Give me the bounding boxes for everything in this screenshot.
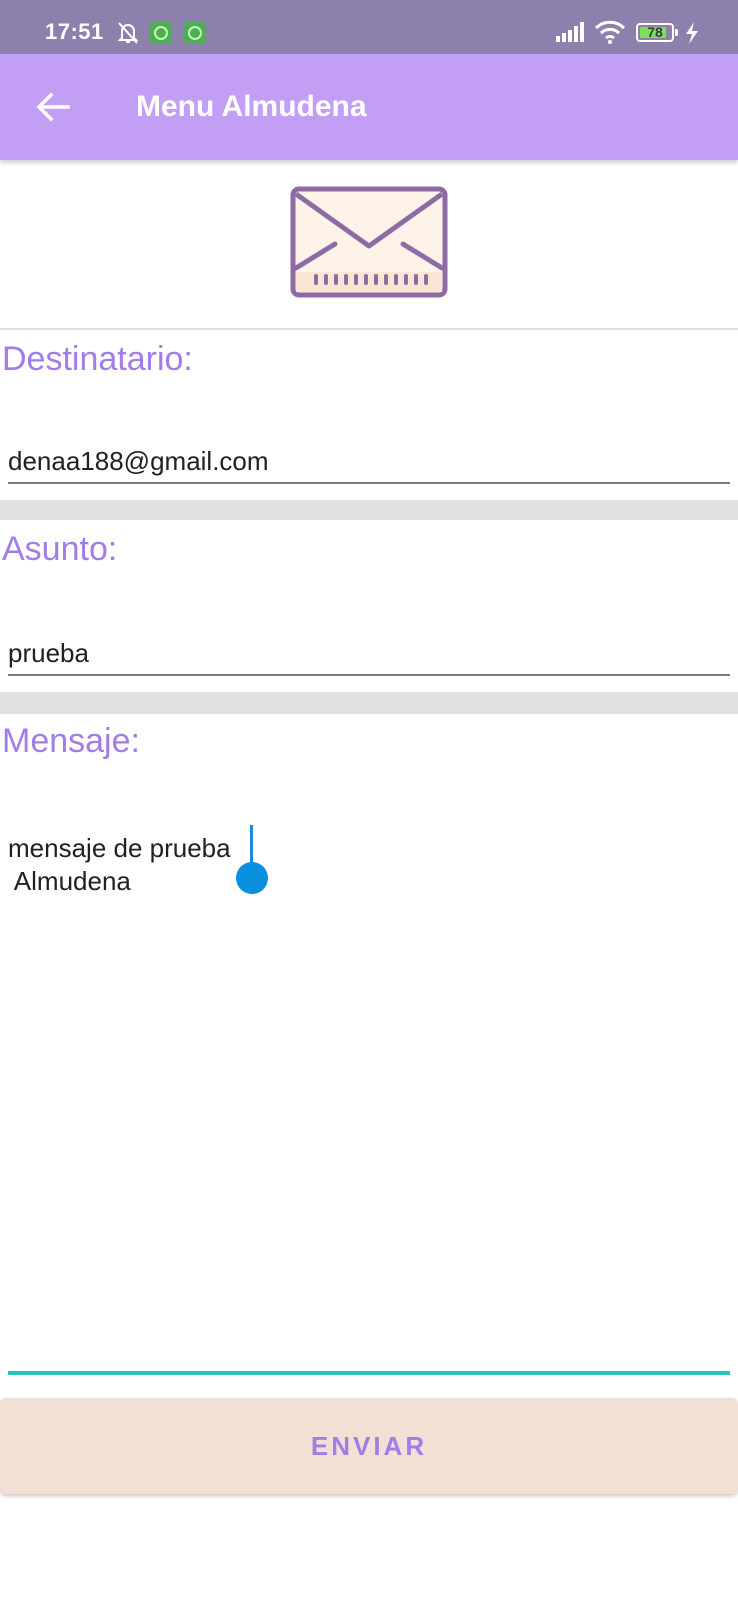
app-bar: Menu Almudena: [0, 54, 738, 160]
signal-icon: [556, 22, 584, 42]
app-notification-icon: [184, 22, 206, 44]
recipient-underline: [8, 482, 730, 484]
divider: [0, 328, 738, 330]
send-button[interactable]: ENVIAR: [0, 1398, 738, 1494]
status-bar: 17:51 78: [0, 0, 738, 54]
charging-icon: [686, 22, 698, 44]
arrow-left-icon: [36, 92, 70, 122]
subject-label: Asunto:: [2, 530, 118, 568]
back-button[interactable]: [28, 82, 78, 132]
battery-tip: [675, 29, 678, 36]
section-separator: [0, 692, 738, 714]
text-cursor: [250, 825, 253, 865]
cursor-handle[interactable]: [236, 862, 268, 894]
subject-underline: [8, 674, 730, 676]
subject-input[interactable]: prueba: [8, 638, 730, 669]
message-underline: [8, 1371, 730, 1375]
app-title: Menu Almudena: [136, 90, 367, 123]
recipient-label: Destinatario:: [2, 340, 193, 378]
message-input[interactable]: mensaje de prueba Almudena: [8, 832, 231, 898]
bell-off-icon: [117, 22, 139, 44]
section-separator: [0, 500, 738, 520]
envelope-icon: [290, 186, 448, 298]
recipient-input[interactable]: denaa188@gmail.com: [8, 446, 730, 477]
app-notification-icon: [150, 22, 172, 44]
battery-icon: 78: [636, 23, 674, 42]
status-time: 17:51: [45, 19, 104, 44]
wifi-icon: [594, 20, 626, 44]
message-label: Mensaje:: [2, 722, 140, 760]
battery-level: 78: [647, 24, 663, 40]
